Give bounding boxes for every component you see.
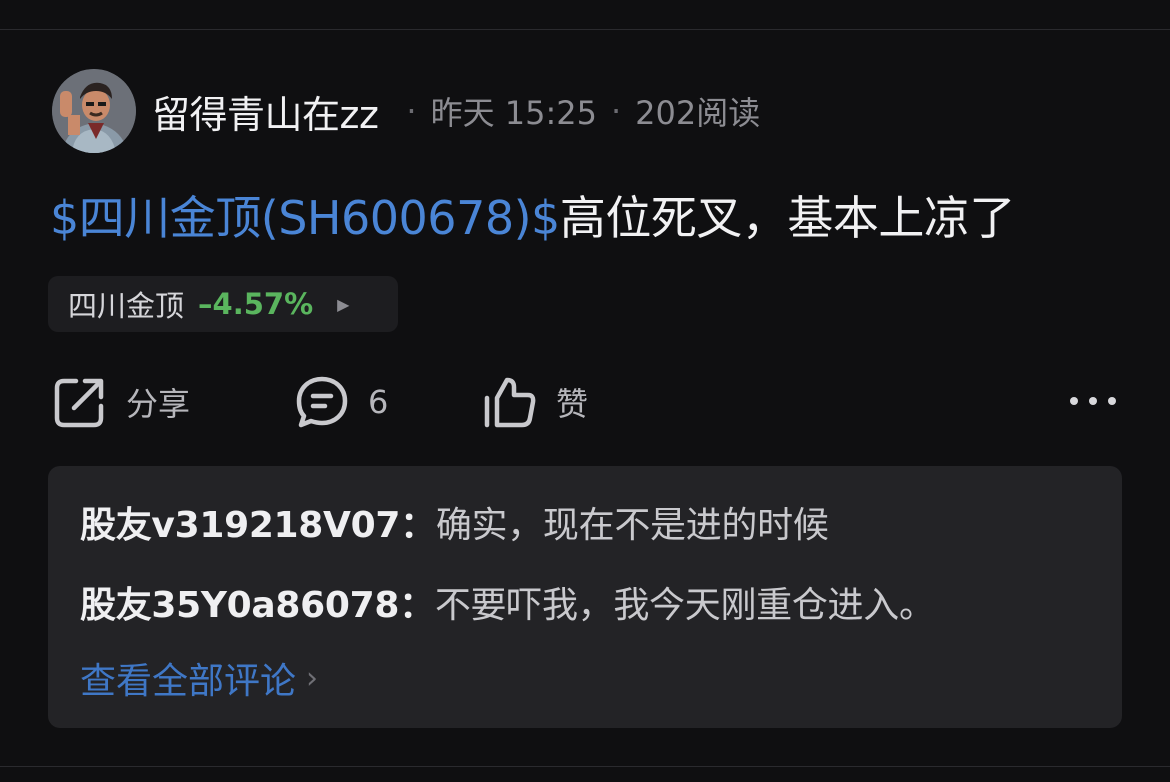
stock-change: –4.57% xyxy=(198,287,314,321)
action-bar: 分享 6 赞 xyxy=(52,372,1122,432)
meta-separator: · xyxy=(610,92,622,130)
stock-tag-link[interactable]: $四川金顶(SH600678)$ xyxy=(50,191,560,245)
top-divider xyxy=(0,29,1170,30)
author-name[interactable]: 留得青山在zz xyxy=(152,84,379,139)
post-time: 昨天 15:25 xyxy=(430,94,597,132)
comment-item[interactable]: 股友35Y0a86078：不要吓我，我今天刚重仓进入。 xyxy=(80,576,935,628)
comment-button[interactable]: 6 xyxy=(294,372,388,432)
thumbs-up-icon xyxy=(482,374,538,430)
comment-text: 不要吓我，我今天刚重仓进入。 xyxy=(434,585,935,626)
like-label: 赞 xyxy=(556,385,589,423)
post-text: 高位死叉，基本上凉了 xyxy=(559,191,1016,245)
share-button[interactable]: 分享 xyxy=(52,372,190,432)
comment-item[interactable]: 股友v319218V07：确实，现在不是进的时候 xyxy=(80,496,829,548)
share-icon xyxy=(52,374,108,430)
meta-separator: · xyxy=(406,92,417,130)
post-header: 留得青山在zz · 昨天 15:25 · 202阅读 xyxy=(52,68,760,154)
comment-icon xyxy=(294,374,350,430)
triangle-right-icon: ▶ xyxy=(337,294,350,314)
avatar[interactable] xyxy=(52,69,136,153)
read-count: 202阅读 xyxy=(635,94,761,132)
comment-user[interactable]: 股友35Y0a86078： xyxy=(80,585,435,626)
comment-count: 6 xyxy=(368,383,389,421)
bottom-divider xyxy=(0,766,1170,767)
view-all-label: 查看全部评论 xyxy=(80,661,297,702)
post-meta: · 昨天 15:25 · 202阅读 xyxy=(392,88,760,134)
like-button[interactable]: 赞 xyxy=(482,372,588,432)
post-title: $四川金顶(SH600678)$高位死叉，基本上凉了 xyxy=(50,186,1015,250)
stock-name: 四川金顶 xyxy=(68,289,185,323)
comment-user[interactable]: 股友v319218V07： xyxy=(80,505,436,546)
view-all-comments-link[interactable]: 查看全部评论 › xyxy=(80,652,318,704)
chevron-right-icon: › xyxy=(306,660,319,696)
stock-quote-chip[interactable]: 四川金顶 –4.57% ▶ xyxy=(48,276,398,332)
comments-preview[interactable]: 股友v319218V07：确实，现在不是进的时候 股友35Y0a86078：不要… xyxy=(48,466,1122,728)
more-icon[interactable] xyxy=(1070,386,1116,416)
comment-text: 确实，现在不是进的时候 xyxy=(435,505,829,546)
share-label: 分享 xyxy=(126,385,191,423)
